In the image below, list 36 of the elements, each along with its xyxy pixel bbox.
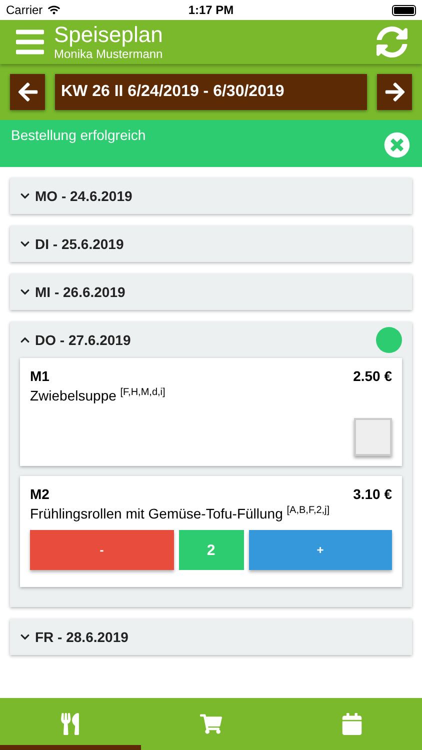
quantity: 2 [178,530,244,570]
chevron-up-icon [20,335,30,345]
wifi-icon [48,4,60,16]
meal-code: M2 [30,486,50,502]
user-name: Monika Mustermann [54,47,164,61]
chevron-down-icon [20,287,30,297]
refresh-button[interactable] [376,26,408,58]
battery-icon [392,4,416,16]
previous-week-button[interactable] [10,74,45,110]
meal-code: M1 [30,368,50,384]
chevron-down-icon [20,191,30,201]
next-week-button[interactable] [377,74,412,110]
day-header[interactable]: DO - 27.6.2019 [20,322,402,358]
calendar-icon [340,712,363,734]
day-header[interactable]: DI - 25.6.2019 [20,226,402,262]
meal-name: Zwiebelsuppe $^{[F,H,M,d,i]}$ [30,387,166,404]
chevron-down-icon [20,239,30,249]
meal-price: 3.10 € [353,486,392,502]
utensils-icon [59,712,82,734]
day-header[interactable]: FR - 28.6.2019 [20,619,402,656]
cart-icon [200,712,222,734]
arrow-right-icon [384,81,406,103]
arrow-left-icon [16,81,38,103]
decrease-button[interactable]: - [30,530,174,570]
banner-message: Bestellung erfolgreich [11,127,146,145]
order-checkbox[interactable] [354,418,392,456]
day-header[interactable]: MO - 24.6.2019 [20,178,402,214]
carrier: Carrier [6,3,43,17]
meal-name: Frühlingsrollen mit Gemüse-Tofu-Füllung $^{[A,B,F,2,j]}$ [30,504,331,522]
week-label: KW 26 II 6/24/2019 - 6/30/2019 [55,74,367,110]
meal-price: 2.50 € [353,368,392,384]
app-title: Speiseplan [54,23,164,47]
day-header[interactable]: MI - 26.6.2019 [20,274,402,310]
close-button[interactable] [384,132,410,158]
clock: 1:17 PM [188,3,234,17]
chevron-down-icon [20,632,30,642]
